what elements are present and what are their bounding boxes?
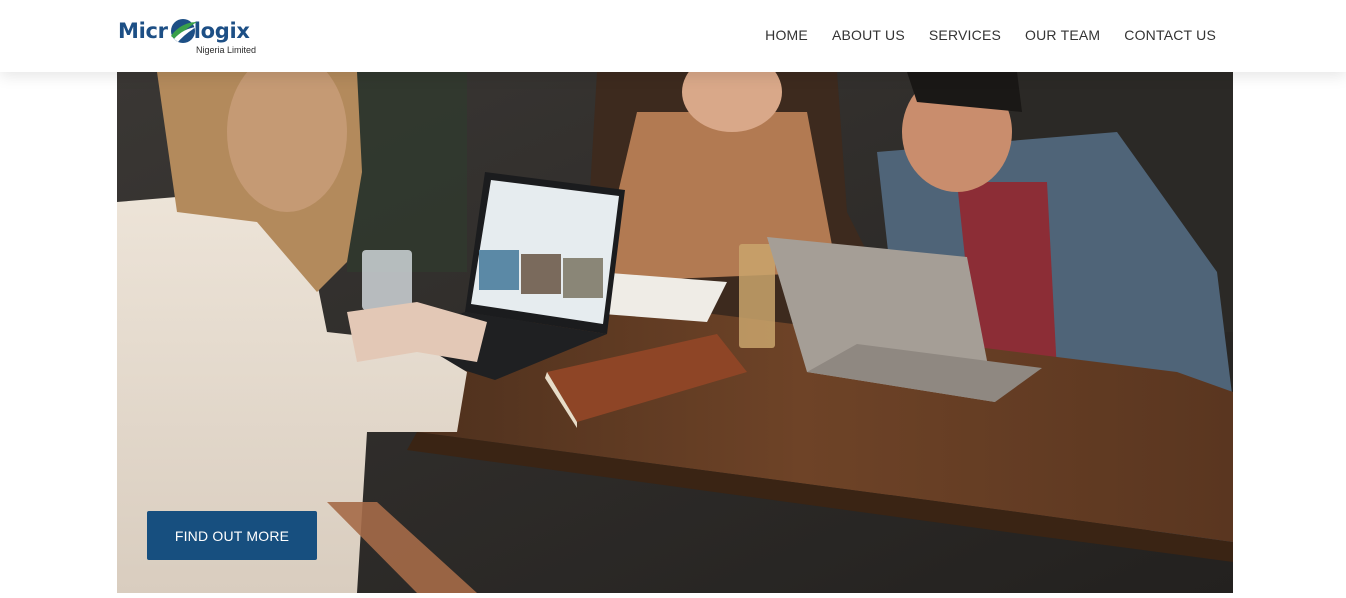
nav-our-team[interactable]: OUR TEAM: [1025, 27, 1100, 43]
company-logo[interactable]: Micr logix Nigeria Limited: [118, 14, 258, 60]
nav-contact-us[interactable]: CONTACT US: [1124, 27, 1216, 43]
site-header: Micr logix Nigeria Limited HOME ABOUT US …: [0, 0, 1346, 72]
find-out-more-button[interactable]: FIND OUT MORE: [147, 511, 317, 560]
nav-home[interactable]: HOME: [765, 27, 808, 43]
nav-about-us[interactable]: ABOUT US: [832, 27, 905, 43]
hero-banner: FIND OUT MORE: [117, 72, 1233, 593]
logo-name-part2: logix: [193, 19, 250, 43]
nav-services[interactable]: SERVICES: [929, 27, 1001, 43]
globe-swoosh-icon: [171, 19, 197, 43]
main-nav: HOME ABOUT US SERVICES OUR TEAM CONTACT …: [741, 27, 1216, 43]
logo-name-part1: Micr: [118, 19, 168, 43]
logo-subtitle: Nigeria Limited: [196, 45, 257, 55]
